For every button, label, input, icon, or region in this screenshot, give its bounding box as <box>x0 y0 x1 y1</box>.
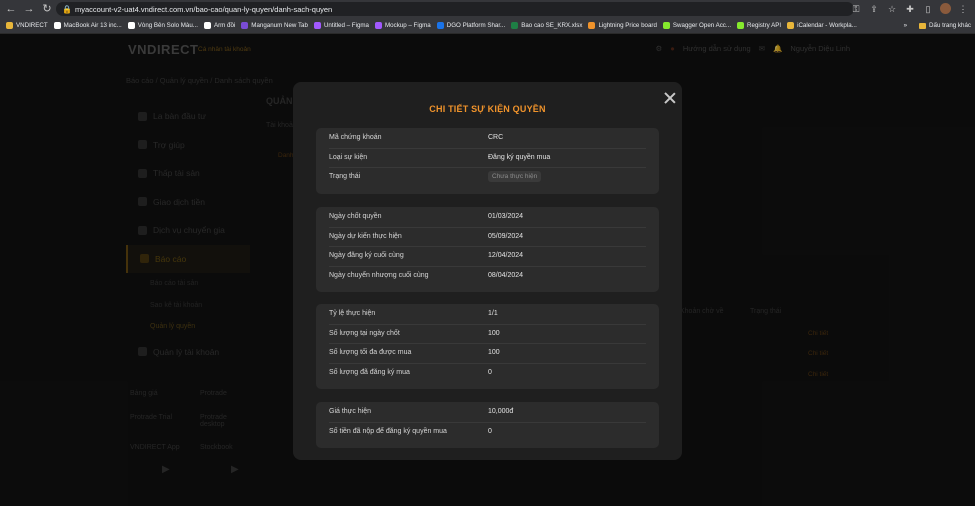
detail-row: Trạng thái Chưa thực hiện <box>329 167 646 187</box>
detail-section-dates: Ngày chốt quyền 01/03/2024 Ngày dự kiến … <box>316 207 659 292</box>
bookmark-favicon-icon <box>588 22 596 29</box>
bookmark-item[interactable]: Vòng Bên Solo Màu... <box>127 22 198 29</box>
bookmark-favicon-icon <box>662 22 670 29</box>
detail-label: Ngày chốt quyền <box>329 213 382 221</box>
close-icon[interactable] <box>663 91 677 105</box>
detail-label: Giá thực hiện <box>329 408 372 416</box>
more-bookmarks-icon[interactable]: » <box>904 22 907 29</box>
bookmark-favicon-icon <box>127 22 135 29</box>
other-bookmarks[interactable]: » Dấu trang khác <box>904 18 971 33</box>
browser-actions: ⚿ ⇪ ☆ ✚ ▯ ⋮ <box>850 2 969 16</box>
detail-value: Đăng ký quyền mua <box>488 153 551 161</box>
share-icon[interactable]: ⇪ <box>868 2 880 16</box>
bookmark-item[interactable]: MacBook Air 13 inc... <box>53 22 122 29</box>
detail-row: Số tiền đã nộp để đăng ký quyền mua 0 <box>329 422 646 442</box>
bookmark-item[interactable]: Lightning Price board <box>588 22 657 29</box>
detail-value: 1/1 <box>488 310 498 318</box>
bookmark-favicon-icon <box>737 22 745 29</box>
detail-section-payment: Giá thực hiện 10,000đ Số tiền đã nộp để … <box>316 402 659 448</box>
bookmark-item[interactable]: iCalendar - Workpla... <box>787 22 857 29</box>
bookmark-item[interactable]: VNDIRECT <box>6 22 48 29</box>
detail-row: Ngày chuyển nhượng cuối cùng 08/04/2024 <box>329 266 646 286</box>
detail-label: Loại sự kiện <box>329 153 368 161</box>
detail-row: Số lượng đã đăng ký mua 0 <box>329 363 646 383</box>
detail-section-general: Mã chứng khoán CRC Loại sự kiện Đăng ký … <box>316 128 659 194</box>
forward-icon[interactable]: → <box>22 2 36 16</box>
detail-label: Số lượng tại ngày chốt <box>329 329 400 337</box>
browser-toolbar: ← → ↻ 🔒 myaccount-v2-uat4.vndirect.com.v… <box>0 0 975 18</box>
bookmark-favicon-icon <box>313 22 321 29</box>
profile-avatar[interactable] <box>940 3 951 14</box>
detail-row: Số lượng tại ngày chốt 100 <box>329 324 646 344</box>
detail-value: 12/04/2024 <box>488 252 524 260</box>
detail-label: Mã chứng khoán <box>329 134 382 142</box>
bookmark-favicon-icon <box>241 22 249 29</box>
detail-label: Số lượng đã đăng ký mua <box>329 368 410 376</box>
extensions-icon[interactable]: ✚ <box>904 2 916 16</box>
bookmark-favicon-icon <box>511 22 519 29</box>
bookmarks-bar: VNDIRECT MacBook Air 13 inc... Vòng Bên So… <box>0 18 975 34</box>
reload-icon[interactable]: ↻ <box>40 2 54 16</box>
detail-value: 01/03/2024 <box>488 213 524 221</box>
bookmark-favicon-icon <box>375 22 382 29</box>
rights-detail-modal: CHI TIẾT SỰ KIỆN QUYỀN Mã chứng khoán CR… <box>293 82 682 460</box>
bookmark-favicon-icon <box>787 22 795 29</box>
detail-value: 0 <box>488 427 492 435</box>
bookmark-favicon-icon <box>6 22 13 29</box>
detail-row: Giá thực hiện 10,000đ <box>329 402 646 423</box>
bookmark-item[interactable]: Bao cao SE_KRX.xlsx <box>511 22 582 29</box>
key-icon[interactable]: ⚿ <box>850 2 862 16</box>
detail-row: Tỷ lệ thực hiện 1/1 <box>329 304 646 325</box>
folder-icon <box>919 22 927 29</box>
detail-value: CRC <box>488 134 504 142</box>
back-icon[interactable]: ← <box>4 2 18 16</box>
detail-value: 0 <box>488 368 492 376</box>
detail-label: Số tiền đã nộp để đăng ký quyền mua <box>329 427 447 435</box>
address-bar[interactable]: 🔒 myaccount-v2-uat4.vndirect.com.vn/bao-… <box>56 2 854 16</box>
detail-label: Số lượng tối đa được mua <box>329 349 412 357</box>
bookmark-item[interactable]: Mockup – Figma <box>375 22 431 29</box>
bookmark-favicon-icon <box>203 22 211 29</box>
menu-icon[interactable]: ⋮ <box>957 2 969 16</box>
detail-row: Ngày chốt quyền 01/03/2024 <box>329 207 646 228</box>
bookmark-favicon-icon <box>53 22 61 29</box>
star-icon[interactable]: ☆ <box>886 2 898 16</box>
detail-label: Trạng thái <box>329 173 361 181</box>
lock-icon: 🔒 <box>62 4 72 14</box>
status-badge: Chưa thực hiện <box>488 171 542 183</box>
modal-title: CHI TIẾT SỰ KIỆN QUYỀN <box>429 104 546 114</box>
detail-value: 100 <box>488 329 500 337</box>
detail-label: Tỷ lệ thực hiện <box>329 310 376 318</box>
detail-section-quantities: Tỷ lệ thực hiện 1/1 Số lượng tại ngày ch… <box>316 304 659 389</box>
detail-value: 100 <box>488 349 500 357</box>
bookmark-item[interactable]: Arm đồi <box>203 22 235 29</box>
detail-label: Ngày dự kiến thực hiện <box>329 232 402 240</box>
bookmark-item[interactable]: Registry API <box>737 22 781 29</box>
url-text: myaccount-v2-uat4.vndirect.com.vn/bao-ca… <box>75 4 333 14</box>
bookmark-favicon-icon <box>436 22 444 29</box>
bookmark-item[interactable]: Swagger Open Acc... <box>662 22 731 29</box>
detail-row: Ngày đăng ký cuối cùng 12/04/2024 <box>329 246 646 267</box>
detail-row: Số lượng tối đa được mua 100 <box>329 343 646 364</box>
detail-value: 05/09/2024 <box>488 232 524 240</box>
detail-row: Ngày dự kiến thực hiện 05/09/2024 <box>329 227 646 247</box>
detail-row: Mã chứng khoán CRC <box>329 128 646 149</box>
bookmark-item[interactable]: Manganum New Tab <box>241 22 308 29</box>
detail-value: 10,000đ <box>488 408 514 416</box>
detail-label: Ngày đăng ký cuối cùng <box>329 252 404 260</box>
detail-value: 08/04/2024 <box>488 271 524 279</box>
detail-row: Loại sự kiện Đăng ký quyền mua <box>329 148 646 168</box>
detail-label: Ngày chuyển nhượng cuối cùng <box>329 271 429 279</box>
bookmark-item[interactable]: Untitled – Figma <box>313 22 369 29</box>
sidebar-icon[interactable]: ▯ <box>922 2 934 16</box>
bookmark-item[interactable]: DGO Platform Shar... <box>436 22 505 29</box>
